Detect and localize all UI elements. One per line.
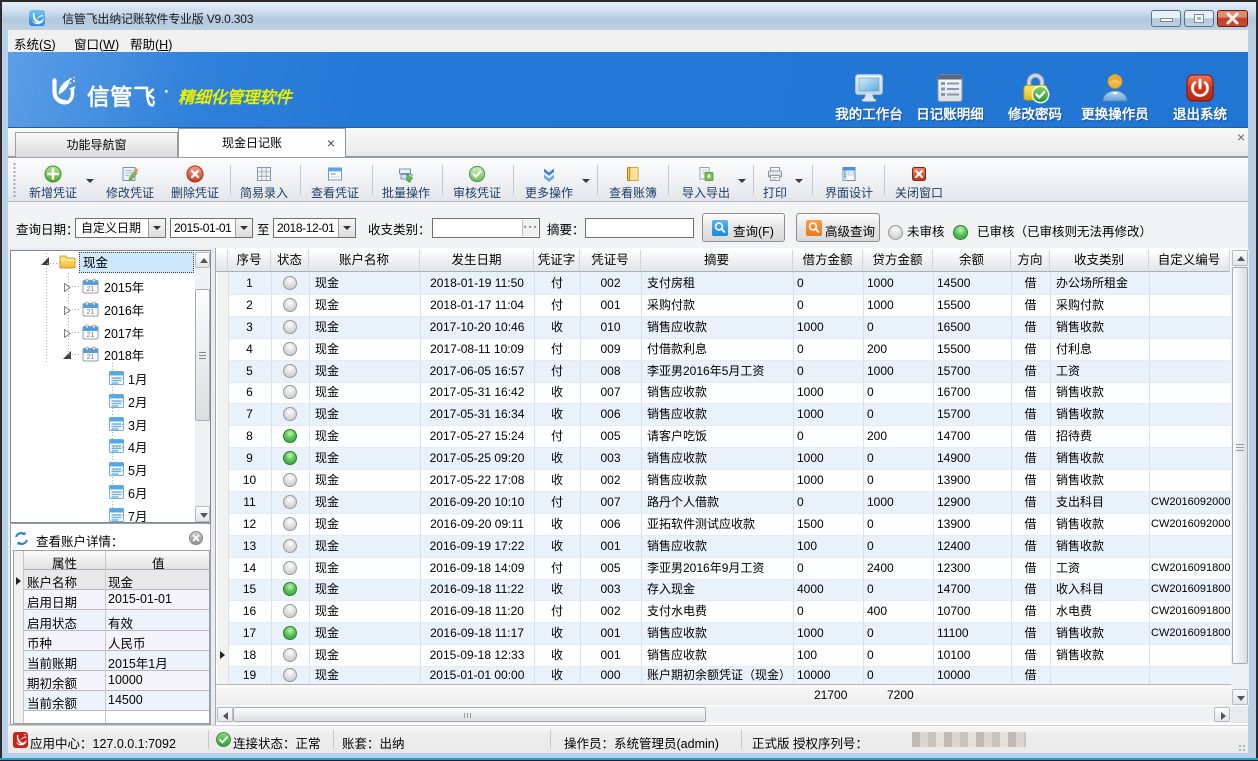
svg-text:21: 21: [87, 354, 95, 361]
svg-text:21: 21: [87, 309, 95, 316]
svg-text:21: 21: [87, 286, 95, 293]
svg-text:21: 21: [87, 332, 95, 339]
